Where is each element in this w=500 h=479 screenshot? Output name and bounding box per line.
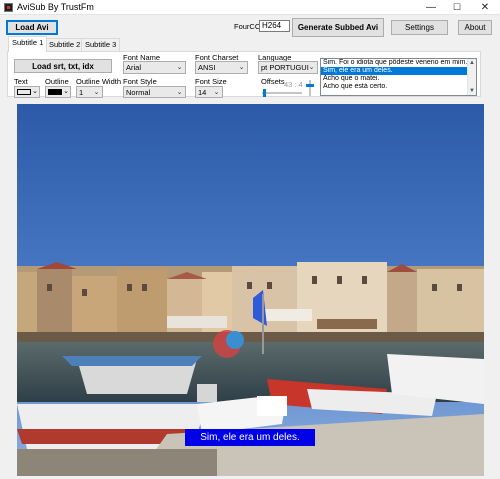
chevron-down-icon: ⌄ [32, 88, 38, 95]
close-icon[interactable]: ✕ [470, 0, 500, 15]
maximize-icon[interactable]: ☐ [444, 0, 470, 15]
offset-x-slider-track[interactable] [262, 92, 302, 94]
chevron-down-icon: ⌄ [63, 88, 69, 95]
outline-width-label: Outline Width [76, 77, 122, 86]
chevron-down-icon: ⌄ [213, 89, 220, 96]
font-name-value: Arial [126, 63, 142, 72]
font-size-select[interactable]: 14 ⌄ [195, 86, 223, 98]
fourcc-label: FourCC [234, 22, 261, 31]
subtitle-list[interactable]: Sim. Foi o idiota que pôdeste veneno em … [320, 58, 477, 96]
language-value: pt PORTUGUI [261, 63, 309, 72]
chevron-down-icon: ⌄ [238, 64, 245, 71]
subtitle-caption: Sim, ele era um deles. [185, 429, 315, 446]
tab-subtitle-2[interactable]: Subtitle 2 [45, 38, 85, 51]
font-size-label: Font Size [195, 77, 227, 86]
minimize-icon[interactable]: — [418, 0, 444, 15]
tab-subtitle-3[interactable]: Subtitle 3 [81, 38, 121, 51]
chevron-down-icon: ⌄ [176, 64, 183, 71]
offsets-value: 43 : 4 [284, 80, 303, 89]
font-charset-select[interactable]: ANSI ⌄ [195, 61, 248, 74]
text-color-swatch [17, 89, 31, 95]
list-item-selected[interactable]: Sim, ele era um deles. [321, 67, 468, 75]
about-button[interactable]: About [458, 20, 492, 35]
harbor-photo [17, 104, 484, 476]
fourcc-input[interactable]: H264 [259, 20, 290, 32]
tab-subtitle-1[interactable]: Subtitle 1 [8, 36, 48, 52]
list-item[interactable]: Acho que o matei. [321, 75, 468, 83]
outline-width-value: 1 [79, 88, 84, 97]
title-bar: AviSub By TrustFm — ☐ ✕ [0, 0, 500, 15]
list-item[interactable]: Sim. Foi o idiota que pôdeste veneno em … [321, 59, 468, 67]
text-color-picker[interactable]: ⌄ [14, 86, 40, 98]
scroll-down-icon[interactable]: ▼ [468, 87, 476, 95]
outline-color-label: Outline [45, 77, 69, 86]
font-style-label: Font Style [123, 77, 157, 86]
scroll-up-icon[interactable]: ▲ [468, 59, 476, 67]
generate-subbed-avi-button[interactable]: Generate Subbed Avi [292, 18, 384, 37]
chevron-down-icon: ⌄ [308, 64, 315, 71]
app-icon [4, 3, 13, 12]
video-preview [17, 104, 484, 476]
chevron-down-icon: ⌄ [93, 89, 100, 96]
load-avi-button[interactable]: Load Avi [6, 20, 58, 35]
list-scrollbar[interactable]: ▲ ▼ [467, 59, 476, 95]
offsets-label: Offsets [261, 77, 285, 86]
offset-y-slider-track[interactable] [309, 80, 311, 96]
font-name-select[interactable]: Arial ⌄ [123, 61, 186, 74]
chevron-down-icon: ⌄ [176, 89, 183, 96]
font-style-select[interactable]: Normal ⌄ [123, 86, 186, 98]
text-color-label: Text [14, 77, 28, 86]
window-title: AviSub By TrustFm [17, 2, 94, 12]
list-item[interactable]: Acho que está certo. [321, 83, 468, 91]
font-style-value: Normal [126, 88, 151, 97]
outline-color-swatch [48, 89, 62, 95]
font-charset-value: ANSI [198, 63, 216, 72]
offset-y-slider-thumb[interactable] [306, 84, 314, 87]
load-srt-button[interactable]: Load srt, txt, idx [14, 59, 112, 73]
offset-x-slider-thumb[interactable] [263, 89, 266, 97]
settings-button[interactable]: Settings [391, 20, 448, 35]
outline-width-select[interactable]: 1 ⌄ [76, 86, 103, 98]
outline-color-picker[interactable]: ⌄ [45, 86, 71, 98]
font-size-value: 14 [198, 88, 207, 97]
language-select[interactable]: pt PORTUGUI ⌄ [258, 61, 318, 74]
